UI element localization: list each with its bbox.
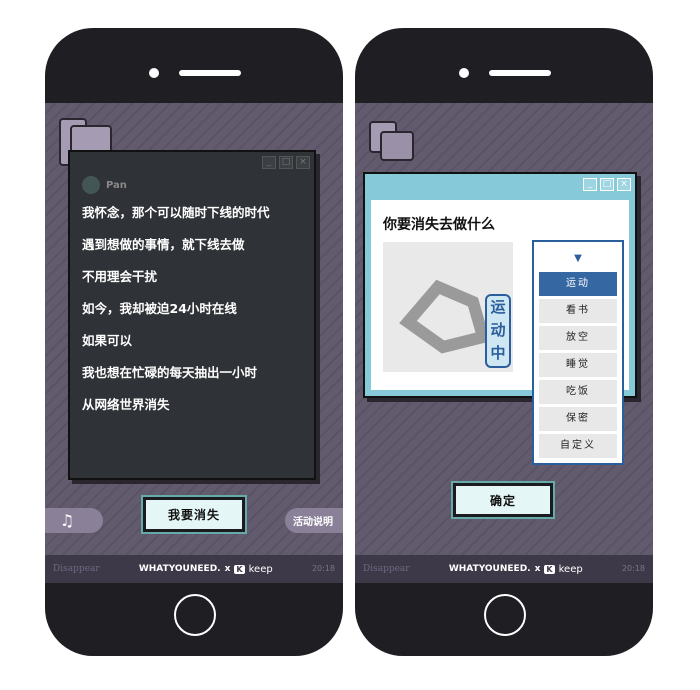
avatar xyxy=(82,176,100,194)
music-button[interactable]: ♫ xyxy=(45,508,103,533)
option-custom[interactable]: 自定义 xyxy=(539,434,617,458)
music-icon: ♫ xyxy=(59,511,75,530)
chat-window: _ □ × Pan 我怀念，那个可以随时下线的时代 遇到想做的事情，就下线去做 … xyxy=(68,150,316,480)
keep-text: keep xyxy=(558,563,583,575)
poem-line: 我怀念，那个可以随时下线的时代 xyxy=(82,205,270,220)
poem-line: 不用理会干扰 xyxy=(82,269,158,284)
confirm-button[interactable]: 确定 xyxy=(453,483,553,517)
activity-dropdown[interactable]: ▼ 运动 看书 放空 睡觉 吃饭 保密 自定义 xyxy=(532,240,624,465)
window-controls: _ □ × xyxy=(583,178,631,191)
maximize-icon[interactable]: □ xyxy=(279,156,293,169)
option-sleep[interactable]: 睡觉 xyxy=(539,353,617,377)
screen: _ □ × 你要消失去做什么 运动中 ▼ 运动 看书 放空 睡觉 吃饭 保密 自… xyxy=(355,103,653,583)
footer-label: Disappear xyxy=(363,564,410,574)
keep-icon: K xyxy=(234,564,245,574)
brand-logo: WHATYOUNEED. x Kkeep xyxy=(449,564,583,575)
keep-icon: K xyxy=(544,564,555,574)
option-secret[interactable]: 保密 xyxy=(539,407,617,431)
phone-left: _ □ × Pan 我怀念，那个可以随时下线的时代 遇到想做的事情，就下线去做 … xyxy=(45,28,343,656)
option-relax[interactable]: 放空 xyxy=(539,326,617,350)
poem-line: 如果可以 xyxy=(82,333,133,348)
brand-x: x xyxy=(224,564,231,574)
option-eat[interactable]: 吃饭 xyxy=(539,380,617,404)
brand-text: WHATYOUNEED. xyxy=(138,564,221,574)
brand-logo: WHATYOUNEED. x Kkeep xyxy=(139,564,273,575)
clock: 20:18 xyxy=(621,564,645,573)
monitor-icon xyxy=(380,131,414,161)
activity-image: 运动中 xyxy=(383,242,513,372)
disappear-button[interactable]: 我要消失 xyxy=(143,497,245,532)
camera xyxy=(459,68,469,78)
question-title: 你要消失去做什么 xyxy=(383,217,495,233)
option-read[interactable]: 看书 xyxy=(539,299,617,323)
close-icon[interactable]: × xyxy=(296,156,310,169)
maximize-icon[interactable]: □ xyxy=(600,178,614,191)
footer: Disappear WHATYOUNEED. x Kkeep 20:18 xyxy=(355,555,653,583)
minimize-icon[interactable]: _ xyxy=(583,178,597,191)
home-button[interactable] xyxy=(174,594,216,636)
window-controls: _ □ × xyxy=(262,156,310,169)
chat-name: Pan xyxy=(106,179,127,191)
footer: Disappear WHATYOUNEED. x Kkeep 20:18 xyxy=(45,555,343,583)
dropdown-arrow-icon[interactable]: ▼ xyxy=(539,246,617,272)
option-sport[interactable]: 运动 xyxy=(539,272,617,296)
home-button[interactable] xyxy=(484,594,526,636)
chat-header: Pan xyxy=(82,176,127,194)
poem-line: 我也想在忙碌的每天抽出一小时 xyxy=(82,365,258,380)
screen: _ □ × Pan 我怀念，那个可以随时下线的时代 遇到想做的事情，就下线去做 … xyxy=(45,103,343,583)
keep-text: keep xyxy=(248,563,273,575)
close-icon[interactable]: × xyxy=(617,178,631,191)
speaker xyxy=(489,70,551,76)
poem-line: 如今，我却被迫24小时在线 xyxy=(82,301,237,316)
minimize-icon[interactable]: _ xyxy=(262,156,276,169)
camera xyxy=(149,68,159,78)
folder-icon xyxy=(70,125,112,153)
brand-x: x xyxy=(534,564,541,574)
phone-right: _ □ × 你要消失去做什么 运动中 ▼ 运动 看书 放空 睡觉 吃饭 保密 自… xyxy=(355,28,653,656)
speaker xyxy=(179,70,241,76)
poem: 我怀念，那个可以随时下线的时代 遇到想做的事情，就下线去做 不用理会干扰 如今，… xyxy=(82,202,270,426)
poem-line: 遇到想做的事情，就下线去做 xyxy=(82,237,245,252)
clock: 20:18 xyxy=(311,564,335,573)
info-button[interactable]: 活动说明 xyxy=(285,508,343,533)
poem-line: 从网络世界消失 xyxy=(82,397,170,412)
footer-label: Disappear xyxy=(53,564,100,574)
brand-text: WHATYOUNEED. xyxy=(448,564,531,574)
activity-tag: 运动中 xyxy=(485,294,511,368)
